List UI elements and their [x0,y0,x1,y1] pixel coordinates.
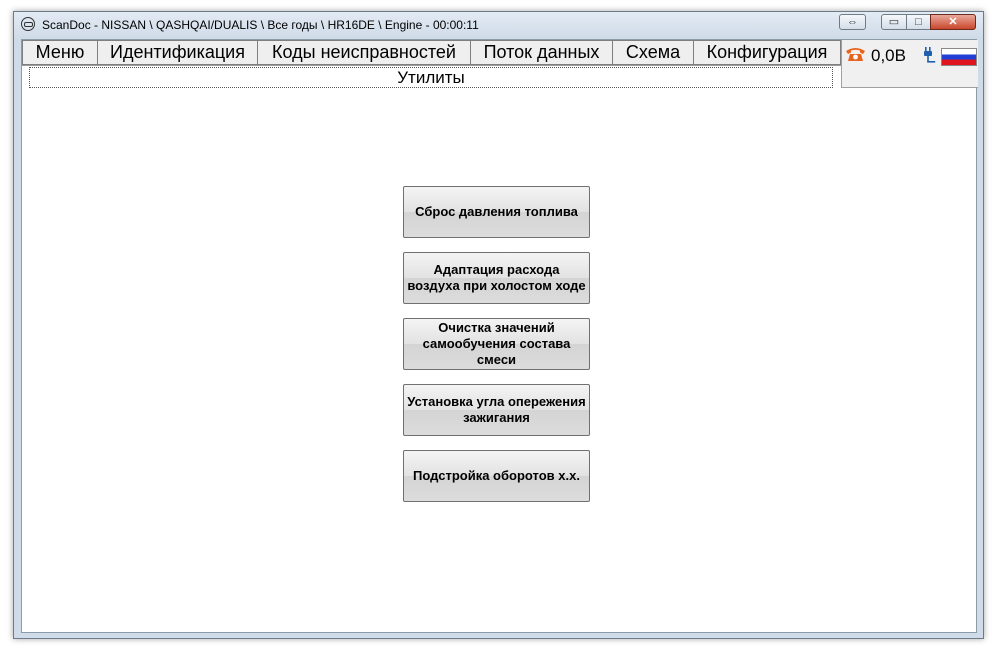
plug-icon [924,47,936,63]
menu-item-identification[interactable]: Идентификация [98,40,258,65]
status-panel: 0,0В [841,40,978,88]
maximize-button[interactable]: □ [906,14,931,30]
idle-speed-adjust-button[interactable]: Подстройка оборотов х.х. [403,450,590,502]
menu-item-configuration[interactable]: Конфигурация [694,40,841,65]
menu-item-data-stream[interactable]: Поток данных [471,40,613,65]
idle-air-adaptation-button[interactable]: Адаптация расхода воздуха при холостом х… [403,252,590,304]
phone-icon [846,48,865,61]
title-bar[interactable]: ScanDoc - NISSAN \ QASHQAI/DUALIS \ Все … [14,12,983,39]
russian-flag-icon[interactable] [941,48,977,66]
minimize-button[interactable]: ▭ [881,14,907,30]
client-area: Меню Идентификация Коды неисправностей П… [21,39,978,633]
clear-mixture-learning-button[interactable]: Очистка значений самообучения состава см… [403,318,590,370]
section-title: Утилиты [29,67,833,88]
voltage-readout: 0,0В [871,46,906,65]
menu-item-menu[interactable]: Меню [22,40,98,65]
menu-bar: Меню Идентификация Коды неисправностей П… [22,40,841,66]
menu-item-fault-codes[interactable]: Коды неисправностей [258,40,471,65]
app-window: ScanDoc - NISSAN \ QASHQAI/DUALIS \ Все … [13,11,984,639]
window-title: ScanDoc - NISSAN \ QASHQAI/DUALIS \ Все … [42,18,479,32]
fuel-pressure-reset-button[interactable]: Сброс давления топлива [403,186,590,238]
steering-wheel-icon [21,17,35,31]
resize-button[interactable]: ⇔ [839,14,866,30]
ignition-timing-button[interactable]: Установка угла опережения зажигания [403,384,590,436]
close-button[interactable]: ✕ [930,14,976,30]
menu-item-scheme[interactable]: Схема [613,40,694,65]
